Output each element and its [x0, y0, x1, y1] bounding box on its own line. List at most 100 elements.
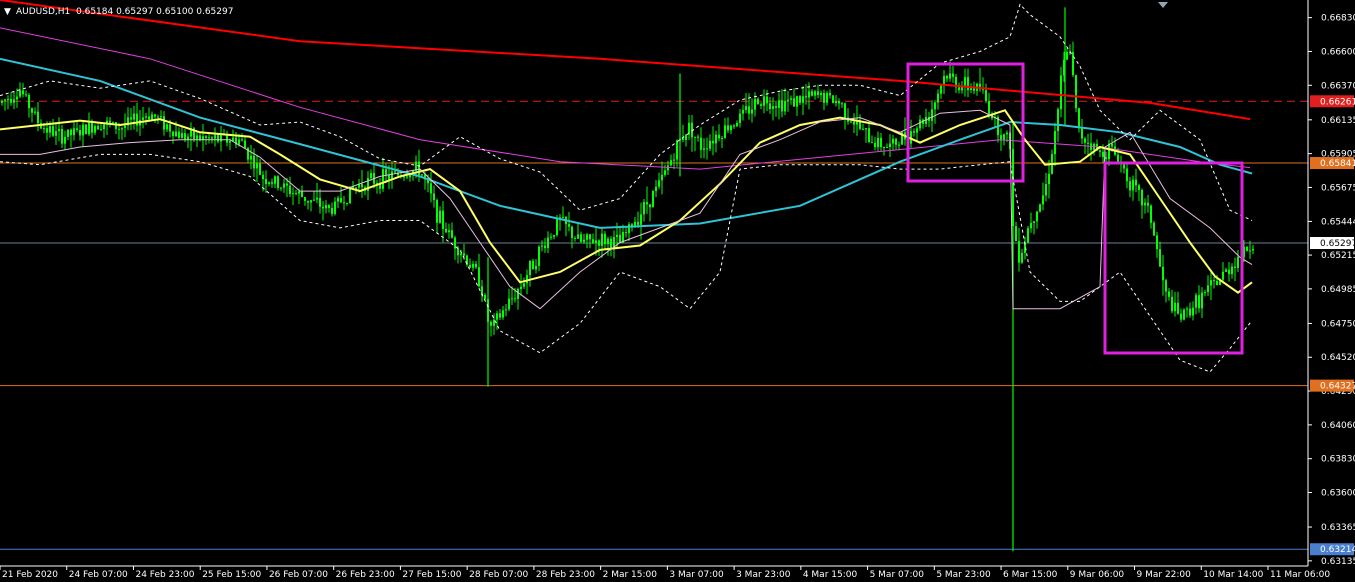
price-label-text: 0.63214	[1320, 545, 1355, 555]
candle-body	[676, 140, 678, 160]
candle-body	[136, 113, 138, 126]
candle-body	[448, 230, 450, 233]
candle-body	[142, 117, 144, 120]
time-tick-label: 5 Mar 23:00	[936, 570, 991, 580]
candle-body	[682, 138, 684, 140]
candle-body	[526, 275, 528, 284]
candle-body	[82, 124, 84, 136]
candle-body	[826, 92, 828, 103]
price-tick-label: 0.63365	[1321, 523, 1355, 533]
candle-body	[169, 124, 171, 132]
header-menu-icon[interactable]: ▼	[4, 7, 11, 17]
candle-body	[13, 99, 15, 103]
candle-body	[547, 237, 549, 249]
candle-body	[1156, 235, 1158, 250]
candle-body	[937, 93, 939, 103]
candle-body	[37, 111, 39, 123]
candle-body	[52, 126, 54, 136]
price-tick-label: 0.64985	[1321, 285, 1355, 295]
candle-body	[214, 135, 216, 139]
candle-body	[16, 96, 18, 100]
candle-body	[892, 138, 894, 144]
candle-body	[1057, 109, 1059, 132]
candle-body	[439, 210, 441, 223]
candle-body	[403, 176, 405, 178]
candle-body	[742, 109, 744, 114]
candle-body	[172, 131, 174, 137]
chart-header: ▼ AUDUSD,H1 0.65184 0.65297 0.65100 0.65…	[4, 7, 233, 17]
candle-body	[1147, 202, 1149, 206]
candle-body	[1111, 143, 1113, 147]
candle-body	[166, 124, 168, 130]
candle-body	[457, 248, 459, 256]
candle-body	[244, 140, 246, 149]
candle-body	[898, 144, 900, 146]
candle-body	[1006, 132, 1008, 135]
candle-body	[184, 133, 186, 140]
time-tick-label: 9 Mar 06:00	[1070, 570, 1125, 580]
candle-body	[850, 121, 852, 123]
candle-body	[295, 193, 297, 195]
candle-body	[502, 310, 504, 318]
candle-body	[268, 182, 270, 185]
candle-body	[730, 125, 732, 131]
price-chart[interactable]: 0.668300.666000.663700.661350.659050.656…	[0, 0, 1355, 582]
candle-body	[469, 264, 471, 268]
candle-body	[868, 128, 870, 143]
candle-body	[625, 232, 627, 234]
candle-body	[1216, 281, 1218, 286]
candle-body	[85, 124, 87, 135]
candle-body	[550, 236, 552, 238]
candle-body	[1231, 266, 1233, 275]
candle-body	[988, 101, 990, 115]
price-label-text: 0.66261	[1320, 97, 1355, 107]
candle-body	[787, 99, 789, 102]
candle-body	[304, 196, 306, 201]
price-tick-label: 0.66830	[1321, 14, 1355, 24]
time-tick-label: 21 Feb 2020	[2, 570, 58, 580]
candle-body	[595, 240, 597, 244]
candle-body	[1144, 202, 1146, 206]
price-tick-label: 0.64060	[1321, 421, 1355, 431]
candle-body	[478, 267, 480, 287]
candle-body	[88, 122, 90, 135]
candle-body	[103, 124, 105, 129]
candle-body	[1132, 179, 1134, 191]
candle-body	[100, 128, 102, 130]
candle-body	[310, 200, 312, 203]
candle-body	[661, 174, 663, 181]
candle-body	[1084, 138, 1086, 143]
candle-body	[685, 134, 687, 140]
candle-body	[1042, 195, 1044, 205]
candle-body	[673, 159, 675, 161]
candle-body	[25, 94, 27, 96]
time-tick-label: 28 Feb 23:00	[536, 570, 595, 580]
candle-body	[34, 111, 36, 113]
candle-body	[718, 134, 720, 139]
candle-body	[205, 136, 207, 139]
candle-body	[835, 101, 837, 104]
candle-body	[1075, 75, 1077, 109]
candle-body	[727, 125, 729, 131]
candle-body	[940, 85, 942, 94]
candle-body	[538, 246, 540, 266]
candle-body	[604, 233, 606, 245]
candle-body	[838, 101, 840, 104]
candle-body	[241, 139, 243, 141]
candle-body	[331, 208, 333, 214]
candle-body	[130, 117, 132, 120]
candle-body	[385, 169, 387, 175]
candle-body	[652, 191, 654, 208]
candle-body	[151, 114, 153, 120]
candle-body	[763, 96, 765, 106]
candle-body	[670, 160, 672, 166]
candle-body	[334, 201, 336, 214]
candle-body	[1102, 151, 1104, 157]
candle-body	[796, 96, 798, 107]
candle-body	[523, 283, 525, 287]
candle-body	[313, 199, 315, 201]
candle-body	[1201, 292, 1203, 309]
candle-body	[688, 122, 690, 135]
candle-body	[1162, 266, 1164, 281]
candle-body	[160, 116, 162, 118]
